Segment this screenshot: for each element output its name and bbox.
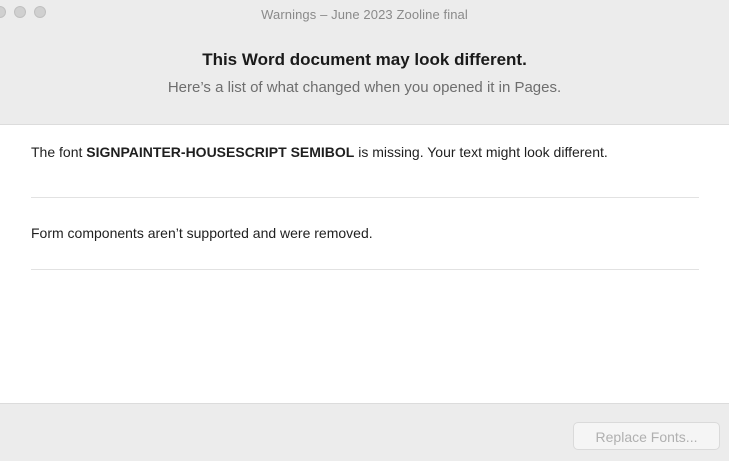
- dialog-subtitle: Here’s a list of what changed when you o…: [167, 79, 562, 96]
- replace-fonts-button[interactable]: Replace Fonts...: [573, 422, 720, 450]
- dialog-footer: Replace Fonts...: [0, 403, 729, 461]
- warning-item-form-components: Form components aren’t supported and wer…: [31, 198, 699, 270]
- dialog-title: This Word document may look different.: [202, 50, 527, 69]
- minimize-window-icon[interactable]: [14, 6, 26, 18]
- warnings-list: The font SIGNPAINTER-HOUSESCRIPT SEMIBOL…: [31, 125, 699, 270]
- missing-font-name: SIGNPAINTER-HOUSESCRIPT SEMIBOL: [86, 144, 355, 160]
- warnings-window: Warnings – June 2023 Zooline final This …: [0, 0, 729, 461]
- warning-text: Form components aren’t supported and wer…: [31, 225, 373, 241]
- warning-item-missing-font: The font SIGNPAINTER-HOUSESCRIPT SEMIBOL…: [31, 125, 699, 198]
- close-window-icon[interactable]: [0, 6, 6, 18]
- zoom-window-icon[interactable]: [34, 6, 46, 18]
- window-title: Warnings – June 2023 Zooline final: [261, 6, 468, 22]
- title-bar: Warnings – June 2023 Zooline final: [0, 0, 729, 28]
- warning-text-suffix: is missing. Your text might look differe…: [354, 144, 608, 160]
- dialog-header: This Word document may look different. H…: [0, 28, 729, 125]
- warning-text-prefix: The font: [31, 144, 87, 160]
- window-controls: [0, 6, 46, 18]
